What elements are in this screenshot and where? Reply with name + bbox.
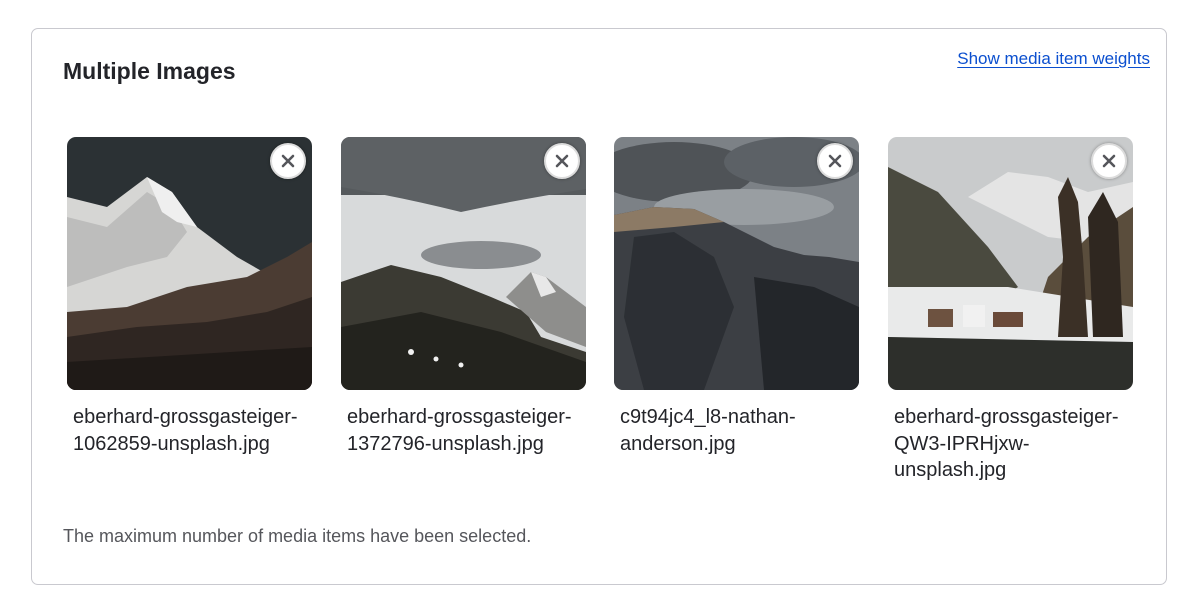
media-thumbnail — [341, 137, 586, 390]
remove-media-button[interactable] — [817, 143, 853, 179]
media-filename: eberhard-grossgasteiger-1062859-unsplash… — [73, 406, 298, 455]
media-filename: eberhard-grossgasteiger-1372796-unsplash… — [347, 406, 572, 455]
mountain-image — [67, 137, 312, 390]
remove-media-button[interactable] — [544, 143, 580, 179]
media-thumbnail — [614, 137, 859, 390]
mountain-image — [614, 137, 859, 390]
media-filename: eberhard-grossgasteiger-QW3-IPRHjxw-unsp… — [894, 406, 1119, 481]
remove-media-button[interactable] — [1091, 143, 1127, 179]
close-icon — [555, 154, 569, 168]
media-item: eberhard-grossgasteiger-1372796-unsplash… — [341, 137, 586, 457]
media-thumbnail — [888, 137, 1133, 390]
media-item: eberhard-grossgasteiger-1062859-unsplash… — [67, 137, 312, 457]
max-items-status-message: The maximum number of media items have b… — [63, 526, 532, 546]
media-thumbnail — [67, 137, 312, 390]
media-item: c9t94jc4_l8-nathan-anderson.jpg — [614, 137, 859, 457]
close-icon — [1102, 154, 1116, 168]
media-filename: c9t94jc4_l8-nathan-anderson.jpg — [620, 406, 796, 455]
mountain-image — [341, 137, 586, 390]
close-icon — [281, 154, 295, 168]
media-item: eberhard-grossgasteiger-QW3-IPRHjxw-unsp… — [888, 137, 1133, 484]
widget-title: Multiple Images — [63, 58, 236, 84]
close-icon — [828, 154, 842, 168]
show-media-weights-link[interactable]: Show media item weights — [957, 48, 1150, 70]
remove-media-button[interactable] — [270, 143, 306, 179]
media-library-widget: Multiple Images Show media item weights … — [31, 28, 1167, 585]
mountain-village-image — [888, 137, 1133, 390]
